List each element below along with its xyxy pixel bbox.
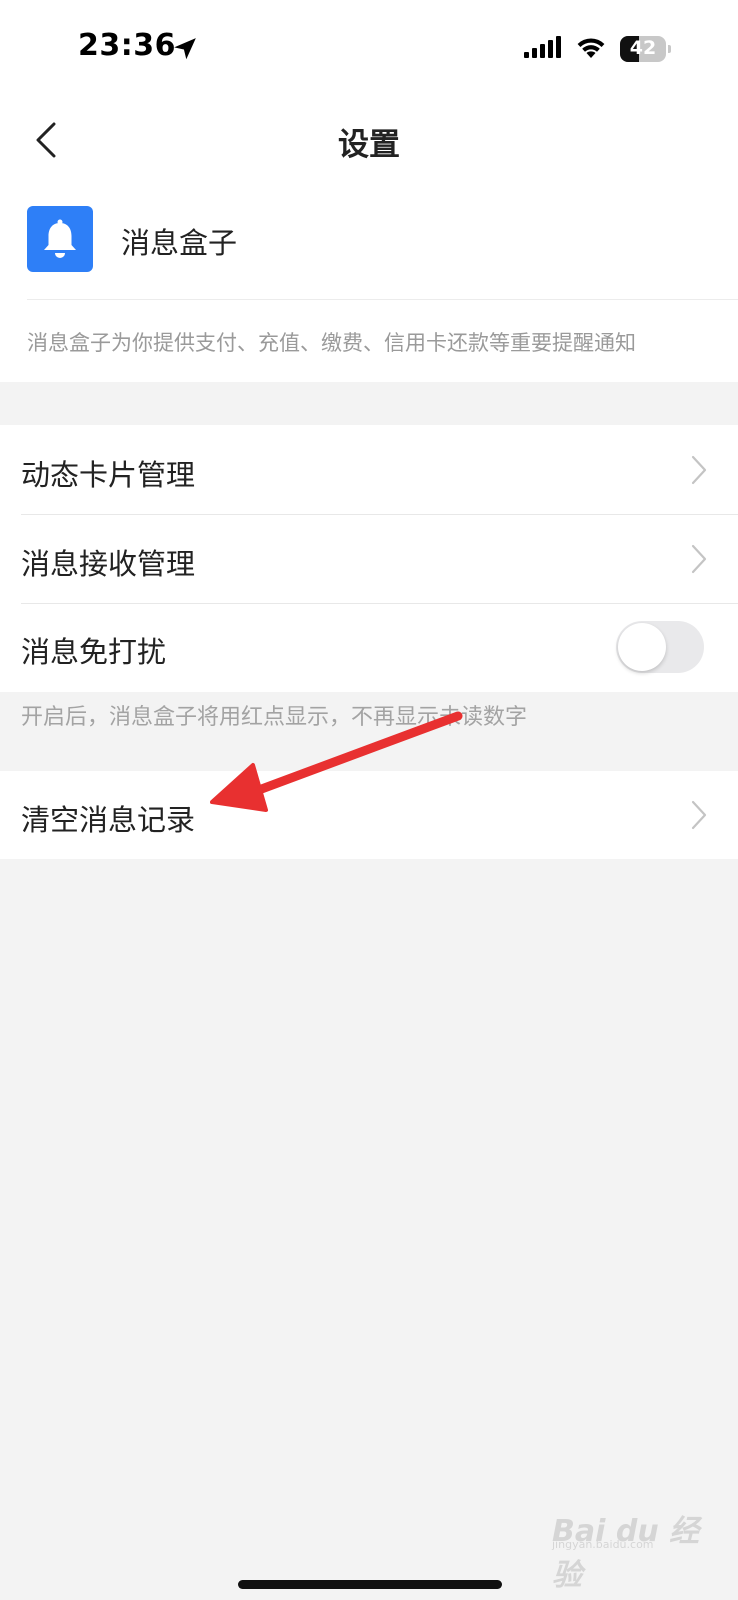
app-icon	[27, 206, 93, 272]
battery-icon: 42	[620, 36, 671, 62]
watermark-url: jingyan.baidu.com	[552, 1538, 654, 1551]
settings-item-receive-management[interactable]: 消息接收管理	[0, 515, 738, 604]
do-not-disturb-hint: 开启后，消息盒子将用红点显示，不再显示未读数字	[21, 705, 528, 730]
battery-percentage: 42	[629, 37, 657, 59]
app-name: 消息盒子	[121, 226, 238, 260]
settings-item-label: 清空消息记录	[21, 803, 196, 837]
chevron-right-icon	[691, 455, 707, 485]
baidu-watermark: Bai du 经验 jingyan.baidu.com	[552, 1500, 702, 1593]
status-time: 23:36	[78, 28, 176, 63]
location-arrow-icon	[174, 38, 196, 60]
chevron-right-icon	[691, 800, 707, 830]
settings-item-label: 动态卡片管理	[21, 458, 196, 492]
do-not-disturb-toggle[interactable]	[616, 621, 704, 673]
page-title: 设置	[338, 127, 400, 163]
toggle-knob	[618, 623, 666, 671]
settings-item-clear-messages[interactable]: 清空消息记录	[0, 771, 738, 859]
home-indicator[interactable]	[238, 1580, 502, 1589]
settings-item-label: 消息接收管理	[21, 547, 196, 581]
bell-icon	[44, 219, 76, 258]
wifi-icon	[577, 38, 605, 58]
chevron-right-icon	[691, 544, 707, 574]
settings-item-label: 消息免打扰	[21, 635, 167, 669]
divider	[27, 299, 738, 300]
cellular-signal-icon	[524, 36, 561, 58]
app-description: 消息盒子为你提供支付、充值、缴费、信用卡还款等重要提醒通知	[27, 331, 636, 355]
settings-item-card-management[interactable]: 动态卡片管理	[0, 425, 738, 515]
